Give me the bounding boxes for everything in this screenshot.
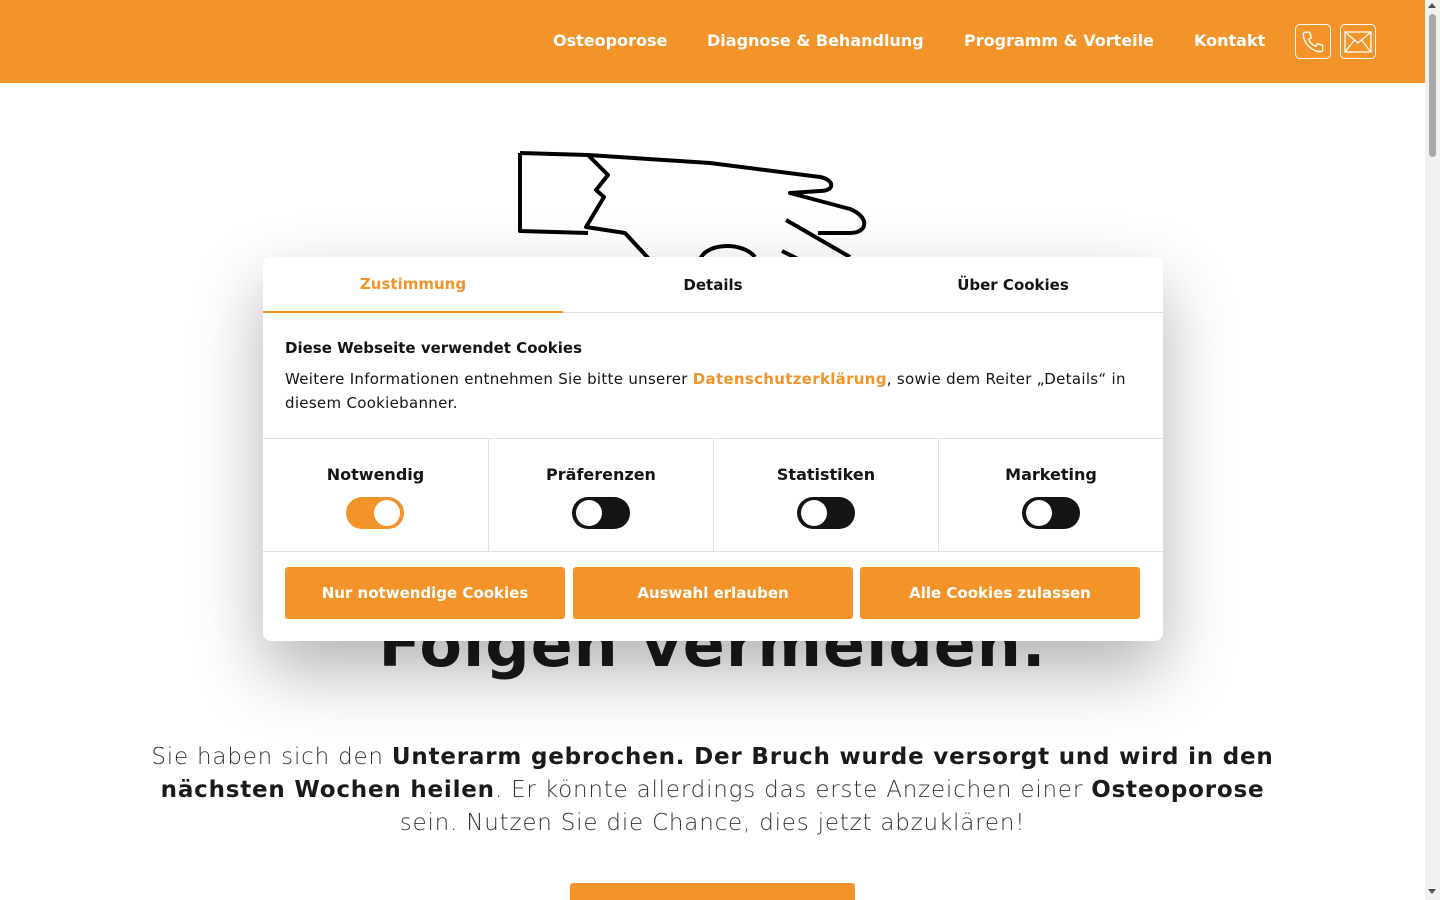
- hero-text-part: Sie haben sich den: [151, 744, 392, 770]
- hero-text-part: sein. Nutzen Sie die Chance, dies jetzt …: [399, 810, 1026, 836]
- hero-text-bold: Osteoporose: [1091, 777, 1265, 803]
- toggle-label-praeferenzen: Präferenzen: [546, 465, 656, 484]
- hero-text: Sie haben sich den Unterarm gebrochen. D…: [150, 741, 1275, 840]
- scroll-down-arrow-icon[interactable]: [1428, 889, 1436, 894]
- toggle-knob: [801, 500, 827, 526]
- toggle-label-notwendig: Notwendig: [326, 465, 425, 484]
- toggle-knob: [374, 500, 400, 526]
- necessary-cookies-button[interactable]: Nur notwendige Cookies: [285, 567, 565, 619]
- tab-details[interactable]: Details: [563, 257, 863, 313]
- toggle-notwendig[interactable]: [346, 497, 404, 529]
- scroll-thumb[interactable]: [1429, 14, 1436, 157]
- tab-zustimmung[interactable]: Zustimmung: [263, 257, 563, 313]
- cookie-description: Weitere Informationen entnehmen Sie bitt…: [285, 367, 1145, 415]
- mail-icon: [1344, 30, 1372, 53]
- nav-programm-vorteile[interactable]: Programm & Vorteile: [964, 31, 1154, 50]
- toggle-group-notwendig: Notwendig: [263, 439, 488, 551]
- nav-kontakt[interactable]: Kontakt: [1194, 31, 1265, 50]
- toggle-label-statistiken: Statistiken: [776, 465, 876, 484]
- allow-all-cookies-button[interactable]: Alle Cookies zulassen: [860, 567, 1140, 619]
- site-header: Osteoporose Diagnose & Behandlung Progra…: [0, 0, 1425, 83]
- toggle-marketing[interactable]: [1022, 497, 1080, 529]
- hero-cta-button[interactable]: [570, 883, 855, 900]
- mail-button[interactable]: [1340, 24, 1376, 59]
- nav-osteoporose[interactable]: Osteoporose: [553, 31, 667, 50]
- hero-text-part: . Er könnte allerdings das erste Anzeich…: [494, 777, 1092, 803]
- toggle-group-marketing: Marketing: [938, 439, 1163, 551]
- privacy-policy-link[interactable]: Datenschutzerklärung: [693, 370, 887, 388]
- toggle-praeferenzen[interactable]: [572, 497, 630, 529]
- cookie-toggles: Notwendig Präferenzen Statistiken Market…: [263, 438, 1163, 552]
- cookie-banner: Zustimmung Details Über Cookies Diese We…: [263, 257, 1163, 641]
- cookie-desc-text: Weitere Informationen entnehmen Sie bitt…: [285, 370, 693, 388]
- tab-ueber-cookies[interactable]: Über Cookies: [863, 257, 1163, 313]
- nav-diagnose-behandlung[interactable]: Diagnose & Behandlung: [707, 31, 924, 50]
- toggle-knob: [1026, 500, 1052, 526]
- toggle-statistiken[interactable]: [797, 497, 855, 529]
- allow-selection-button[interactable]: Auswahl erlauben: [573, 567, 853, 619]
- toggle-group-statistiken: Statistiken: [713, 439, 938, 551]
- toggle-group-praeferenzen: Präferenzen: [488, 439, 713, 551]
- toggle-knob: [576, 500, 602, 526]
- cookie-tabs: Zustimmung Details Über Cookies: [263, 257, 1163, 313]
- scroll-up-arrow-icon[interactable]: [1428, 3, 1436, 8]
- cookie-title: Diese Webseite verwendet Cookies: [285, 339, 583, 357]
- phone-icon: [1302, 31, 1324, 52]
- broken-arm-illustration: [518, 151, 867, 260]
- phone-button[interactable]: [1295, 24, 1331, 59]
- toggle-label-marketing: Marketing: [1005, 465, 1097, 484]
